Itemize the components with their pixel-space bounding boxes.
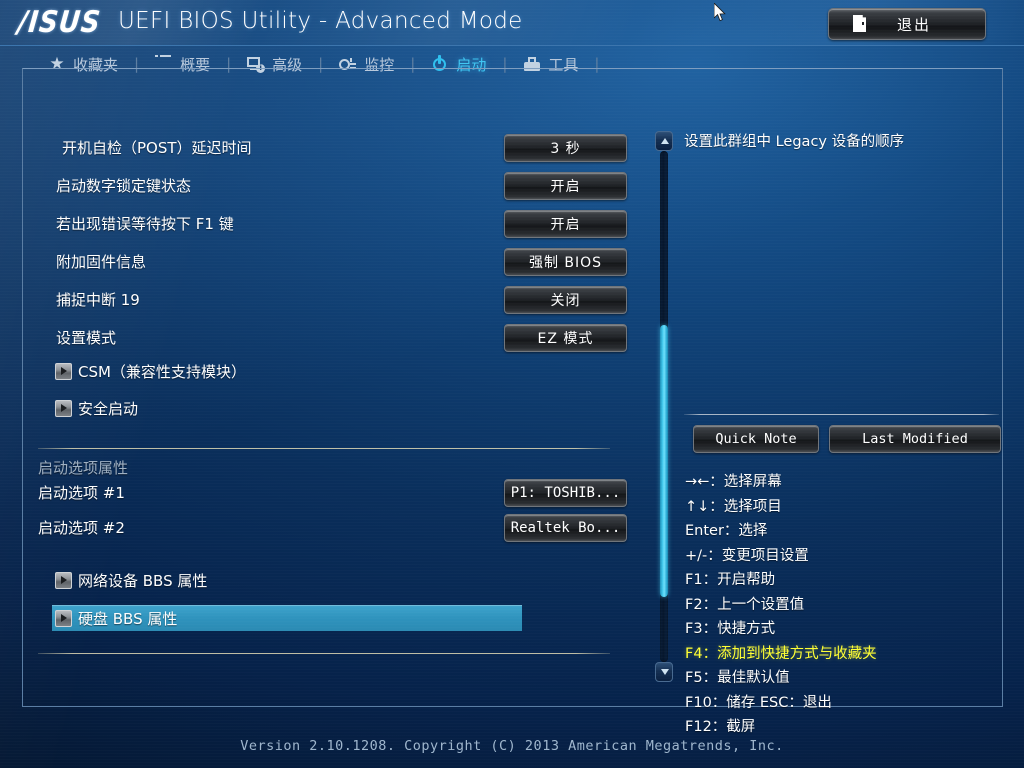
last-modified-button[interactable]: Last Modified: [829, 425, 1001, 453]
asus-logo: /ISUS: [16, 5, 103, 41]
submenu-item-secure-boot[interactable]: 安全启动: [52, 395, 522, 421]
setting-row[interactable]: 启动数字锁定键状态 开启: [24, 168, 644, 202]
submenu-item-label: CSM（兼容性支持模块）: [78, 362, 246, 381]
boot-option-2-value-button[interactable]: Realtek Bo...: [504, 514, 627, 542]
setting-row[interactable]: 启动选项 #1 P1: TOSHIB...: [24, 479, 644, 507]
key-hint-line: F3：快捷方式: [685, 621, 776, 637]
submenu-arrow-icon: [55, 609, 72, 627]
boot-option-1-value-button[interactable]: P1: TOSHIB...: [504, 479, 627, 507]
section-divider: [38, 448, 610, 449]
submenu-item-hard-drive-bbs[interactable]: 硬盘 BBS 属性: [52, 605, 522, 631]
key-hint-line-highlighted: F4：添加到快捷方式与收藏夹: [685, 645, 877, 662]
key-hint-line: Enter：选择: [685, 523, 768, 539]
submenu-item-network-bbs[interactable]: 网络设备 BBS 属性: [52, 567, 522, 593]
exit-button[interactable]: 退出: [828, 8, 986, 40]
boot-option-group-header: 启动选项属性: [24, 455, 644, 479]
footer-version-text: Version 2.10.1208. Copyright (C) 2013 Am…: [240, 738, 784, 754]
help-divider: [684, 414, 999, 415]
setting-value-button[interactable]: 关闭: [504, 286, 627, 314]
setting-value-button[interactable]: 强制 BIOS: [504, 248, 627, 276]
setting-label: 启动选项 #1: [38, 483, 125, 502]
submenu-arrow-icon: [55, 399, 72, 417]
setting-label: 设置模式: [56, 328, 117, 347]
section-divider: [38, 653, 610, 654]
title-bar: /ISUS UEFI BIOS Utility - Advanced Mode …: [0, 0, 1024, 46]
setting-row[interactable]: 开机自检（POST）延迟时间 3 秒: [24, 130, 644, 164]
vertical-scrollbar[interactable]: [655, 131, 673, 682]
setting-row[interactable]: 捕捉中断 19 关闭: [24, 282, 644, 316]
setting-label: 附加固件信息: [56, 252, 147, 271]
setting-label: 启动数字锁定键状态: [56, 176, 192, 195]
submenu-item-label: 网络设备 BBS 属性: [78, 571, 208, 590]
quick-note-button[interactable]: Quick Note: [693, 425, 819, 453]
key-hint-line: →←：选择屏幕: [685, 474, 782, 490]
scroll-down-arrow-icon[interactable]: [655, 662, 673, 682]
key-hint-line: +/-：变更项目设置: [685, 547, 809, 564]
key-hints-list: →←：选择屏幕 ↑↓：选择项目 Enter：选择 +/-：变更项目设置 F1：开…: [685, 470, 999, 740]
key-hint-line: F2：上一个设置值: [685, 596, 805, 613]
submenu-item-csm[interactable]: CSM（兼容性支持模块）: [52, 358, 522, 384]
key-hint-line: F5：最佳默认值: [685, 670, 790, 686]
setting-label: 若出现错误等待按下 F1 键: [56, 214, 234, 233]
setting-value-button[interactable]: EZ 模式: [504, 324, 627, 352]
setting-label: 捕捉中断 19: [56, 290, 140, 309]
scroll-up-arrow-icon[interactable]: [655, 131, 673, 151]
submenu-arrow-icon: [55, 571, 72, 589]
setting-label: 启动选项 #2: [38, 518, 125, 537]
setting-row[interactable]: 启动选项 #2 Realtek Bo...: [24, 514, 644, 542]
setting-label: 开机自检（POST）延迟时间: [62, 138, 252, 157]
settings-panel: 开机自检（POST）延迟时间 3 秒 启动数字锁定键状态 开启 若出现错误等待按…: [24, 70, 644, 705]
submenu-item-label: 安全启动: [78, 399, 139, 418]
key-hint-line: F12：截屏: [685, 719, 756, 735]
setting-value-button[interactable]: 开启: [504, 172, 627, 200]
setting-row[interactable]: 若出现错误等待按下 F1 键 开启: [24, 206, 644, 240]
key-hint-line: ↑↓：选择项目: [685, 498, 782, 515]
scrollbar-thumb[interactable]: [660, 325, 668, 597]
setting-row[interactable]: 附加固件信息 强制 BIOS: [24, 244, 644, 278]
key-hint-line: F1：开启帮助: [685, 572, 776, 588]
bios-screen: /ISUS UEFI BIOS Utility - Advanced Mode …: [0, 0, 1024, 768]
exit-button-label: 退出: [896, 15, 931, 34]
setting-value-button[interactable]: 3 秒: [504, 134, 627, 162]
exit-door-icon: [853, 15, 866, 32]
submenu-arrow-icon: [55, 362, 72, 380]
submenu-item-label: 硬盘 BBS 属性: [78, 609, 178, 628]
app-title: UEFI BIOS Utility - Advanced Mode: [118, 8, 523, 34]
group-header-label: 启动选项属性: [38, 458, 129, 477]
setting-value-button[interactable]: 开启: [504, 210, 627, 238]
help-panel: 设置此群组中 Legacy 设备的顺序 Quick Note Last Modi…: [684, 128, 1001, 735]
key-hint-line: F10：储存 ESC：退出: [685, 694, 832, 711]
help-description: 设置此群组中 Legacy 设备的顺序: [684, 134, 905, 150]
setting-row[interactable]: 设置模式 EZ 模式: [24, 320, 644, 354]
